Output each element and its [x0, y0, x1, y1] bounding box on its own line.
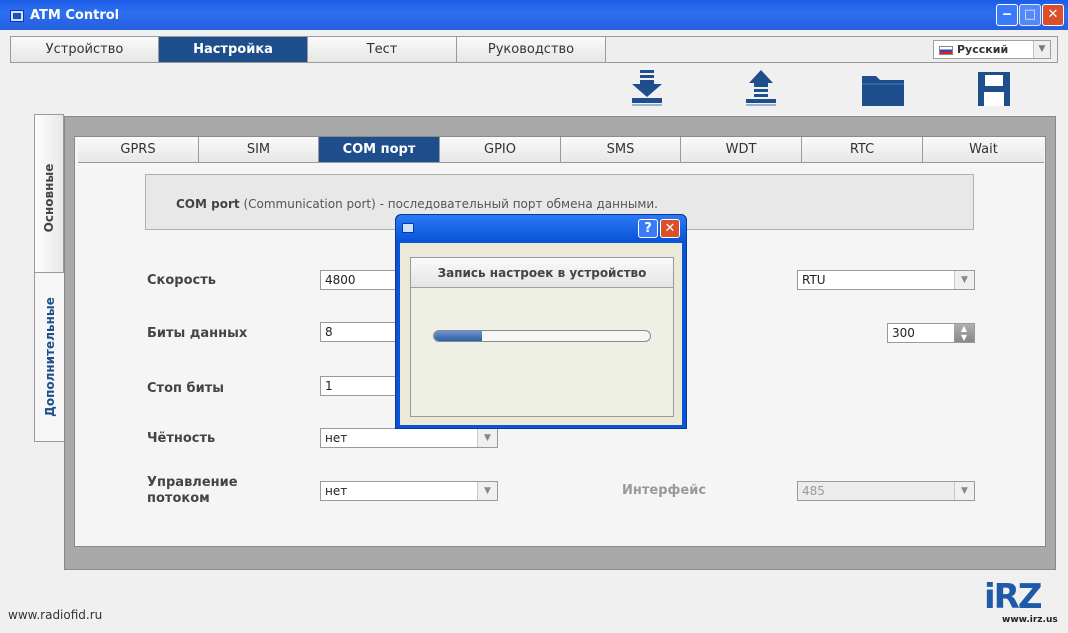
progress-bar — [433, 330, 651, 342]
language-select[interactable]: Русский ▼ — [933, 40, 1051, 59]
interface-select: 485 ▼ — [797, 481, 975, 501]
tab-com-port[interactable]: COM порт — [319, 137, 440, 163]
dialog-titlebar: ? ✕ — [396, 215, 686, 241]
chevron-down-icon: ▼ — [477, 482, 497, 500]
tab-gpio[interactable]: GPIO — [440, 137, 561, 163]
parity-select[interactable]: нет ▼ — [320, 428, 498, 448]
chevron-down-icon: ▼ — [954, 271, 974, 289]
dialog-heading: Запись настроек в устройство — [411, 258, 673, 288]
window-titlebar: ATM Control ‒ □ ✕ — [0, 0, 1068, 30]
interface-label: Интерфейс — [622, 483, 707, 498]
irz-logo: iRZ www.irz.us — [984, 577, 1058, 625]
tab-sms[interactable]: SMS — [561, 137, 681, 163]
side-tab-advanced[interactable]: Дополнительные — [34, 272, 64, 442]
menu-tab-device[interactable]: Устройство — [11, 37, 159, 62]
parity-label: Чётность — [147, 431, 216, 446]
help-button[interactable]: ? — [638, 219, 658, 238]
menu-tab-manual[interactable]: Руководство — [457, 37, 606, 62]
speed-select[interactable]: 4800 — [320, 270, 398, 290]
main-menu: Устройство Настройка Тест Руководство Ру… — [10, 36, 1058, 63]
tab-sim[interactable]: SIM — [199, 137, 319, 163]
russian-flag-icon — [939, 46, 953, 55]
upload-icon[interactable] — [744, 70, 778, 108]
spinner-arrows-icon[interactable]: ▲ ▼ — [954, 324, 974, 342]
progress-fill — [434, 331, 482, 341]
info-text: COM port (Communication port) - последов… — [176, 197, 658, 211]
flow-control-label: Управление потоком — [147, 475, 238, 506]
close-dialog-button[interactable]: ✕ — [660, 219, 680, 238]
tab-gprs[interactable]: GPRS — [78, 137, 199, 163]
speed-label: Скорость — [147, 273, 216, 288]
dialog-body: Запись настроек в устройство — [400, 243, 682, 425]
app-icon — [10, 10, 24, 22]
menu-tab-test[interactable]: Тест — [308, 37, 457, 62]
stop-bits-select[interactable]: 1 — [320, 376, 398, 396]
progress-dialog: ? ✕ Запись настроек в устройство — [395, 214, 687, 429]
language-value: Русский — [957, 43, 1009, 56]
maximize-button[interactable]: □ — [1019, 4, 1041, 26]
sub-tabs: GPRS SIM COM порт GPIO SMS WDT RTC Wait — [78, 137, 1044, 163]
close-window-button[interactable]: ✕ — [1042, 4, 1064, 26]
dialog-content: Запись настроек в устройство — [410, 257, 674, 417]
chevron-down-icon: ▼ — [954, 482, 974, 500]
stop-bits-label: Стоп биты — [147, 381, 224, 396]
chevron-down-icon: ▼ — [1033, 41, 1050, 58]
save-icon[interactable] — [976, 70, 1012, 108]
minimize-button[interactable]: ‒ — [996, 4, 1018, 26]
tab-wait[interactable]: Wait — [923, 137, 1044, 163]
tab-rtc[interactable]: RTC — [802, 137, 923, 163]
side-tab-basic[interactable]: Основные — [34, 114, 64, 281]
window-title: ATM Control — [30, 8, 120, 23]
flow-control-select[interactable]: нет ▼ — [320, 481, 498, 501]
data-bits-label: Биты данных — [147, 326, 248, 341]
download-icon[interactable] — [630, 70, 664, 108]
menu-tab-settings[interactable]: Настройка — [159, 37, 308, 62]
chevron-down-icon: ▼ — [477, 429, 497, 447]
data-bits-select[interactable]: 8 — [320, 322, 398, 342]
folder-icon[interactable] — [860, 70, 906, 108]
app-icon — [402, 223, 414, 233]
timeout-spinner[interactable]: 300 ▲ ▼ — [887, 323, 975, 343]
tab-wdt[interactable]: WDT — [681, 137, 802, 163]
mode-select[interactable]: RTU ▼ — [797, 270, 975, 290]
footer-url[interactable]: www.radiofid.ru — [8, 608, 102, 622]
